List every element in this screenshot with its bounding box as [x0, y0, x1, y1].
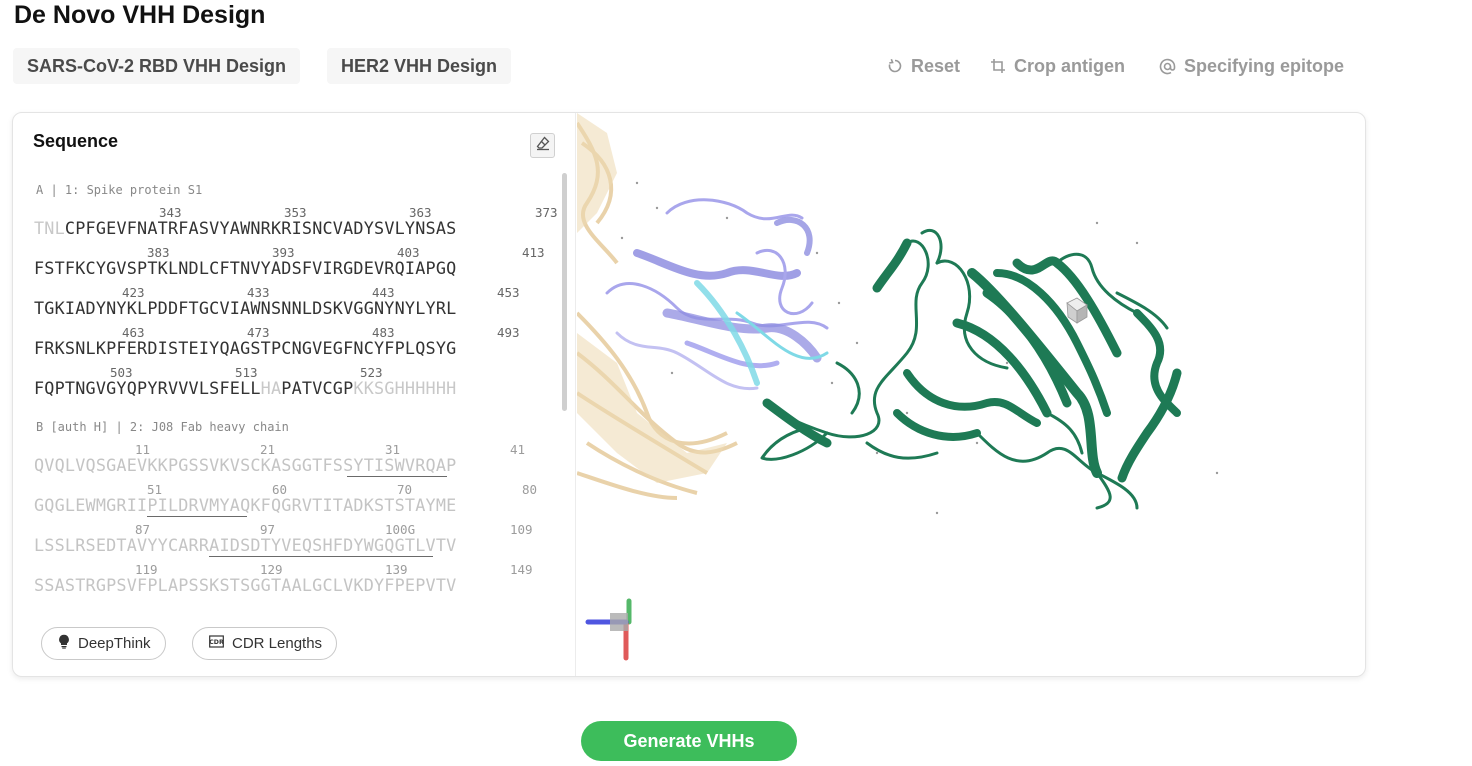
residue-number: 41 [510, 442, 526, 457]
cdr-underline [209, 556, 433, 557]
residue-number: 493 [497, 325, 520, 340]
page-title: De Novo VHH Design [14, 1, 266, 29]
cdr-underline [147, 516, 247, 517]
fab-sheet [577, 113, 727, 483]
structure-viewer[interactable] [575, 113, 1365, 676]
residue-number: 413 [522, 245, 545, 260]
residue-number: 159 [110, 602, 133, 605]
cdr-lengths-label: CDR Lengths [232, 635, 323, 652]
residue-number: 179 [360, 602, 383, 605]
sequence-line[interactable]: FRKSNLKPFERDISTEIYQAGSTPCNGVEGFNCYFPLQSY… [34, 338, 456, 358]
clear-selection-button[interactable] [530, 133, 555, 158]
sequence-scrollbar[interactable] [562, 173, 567, 411]
specify-epitope-label: Specifying epitope [1184, 56, 1345, 76]
sequence-panel: Sequence A | 1: Spike protein S1 343 353… [13, 113, 576, 676]
antigen-structure [605, 198, 829, 391]
cdr-icon: CDR [209, 635, 224, 652]
lightbulb-icon [58, 634, 70, 653]
axis-gizmo [585, 598, 632, 661]
sequence-line[interactable]: FSTFKCYGVSPTKLNDLCFTNVYADSFVIRGDEVRQIAPG… [34, 258, 456, 278]
residue-number: 189 [485, 602, 508, 605]
residue-number: 109 [510, 522, 533, 537]
sequence-title: Sequence [33, 131, 119, 151]
residue-number: 373 [535, 205, 558, 220]
svg-text:CDR: CDR [209, 639, 224, 646]
sequence-line[interactable]: TNLCPFGEVFNATRFASVYAWNRKRISNCVADYSVLYNSA… [34, 218, 456, 238]
crop-icon [990, 58, 1006, 74]
at-sign-icon [1159, 58, 1176, 75]
residue-number: 169 [235, 602, 258, 605]
chain-label: B [auth H] | 2: J08 Fab heavy chain [36, 420, 289, 434]
chain-label: A | 1: Spike protein S1 [36, 183, 203, 197]
tab-sars-cov-2-rbd[interactable]: SARS-CoV-2 RBD VHH Design [13, 48, 301, 84]
reset-icon [887, 58, 903, 74]
generate-vhhs-button[interactable]: Generate VHHs [581, 721, 797, 761]
sequence-line[interactable]: QVQLVQSGAEVKKPGSSVKVSCKASGGTFSSYTISWVRQA… [34, 455, 456, 475]
specify-epitope-button[interactable]: Specifying epitope [1159, 52, 1344, 80]
residue-number: 80 [522, 482, 538, 497]
deepthink-label: DeepThink [78, 635, 151, 652]
deepthink-button[interactable]: DeepThink [41, 627, 166, 660]
tab-her2[interactable]: HER2 VHH Design [327, 48, 512, 84]
cdr-lengths-button[interactable]: CDR CDR Lengths [192, 627, 338, 660]
sequence-line[interactable]: FQPTNGVGYQPYRVVVLSFELLHAPATVCGPKKSGHHHHH… [34, 378, 456, 398]
design-card: Sequence A | 1: Spike protein S1 343 353… [12, 112, 1366, 677]
cdr-underline [347, 476, 447, 477]
reset-label: Reset [911, 56, 961, 76]
eraser-icon [535, 135, 551, 156]
crop-antigen-button[interactable]: Crop antigen [990, 52, 1125, 80]
target-structure [760, 229, 1182, 510]
sequence-line[interactable]: LSSLRSEDTAVYYCARRAIDSDTYVEQSHFDYWGQGTLVT… [34, 535, 456, 555]
reset-button[interactable]: Reset [887, 52, 960, 80]
residue-number: 149 [510, 562, 533, 577]
sequence-viewer[interactable]: A | 1: Spike protein S1 343 353 363 373 … [13, 173, 576, 605]
residue-number: 453 [497, 285, 520, 300]
sequence-line[interactable]: SSASTRGPSVFPLAPSSKSTSGGTAALGCLVKDYFPEPVT… [34, 575, 456, 595]
crop-antigen-label: Crop antigen [1014, 56, 1125, 76]
sequence-line[interactable]: GQGLEWMGRIIPILDRVMYAQKFQGRVTITADKSTSTAYM… [34, 495, 456, 515]
sequence-line[interactable]: TGKIADYNYKLPDDFTGCVIAWNSNNLDSKVGGNYNYLYR… [34, 298, 456, 318]
